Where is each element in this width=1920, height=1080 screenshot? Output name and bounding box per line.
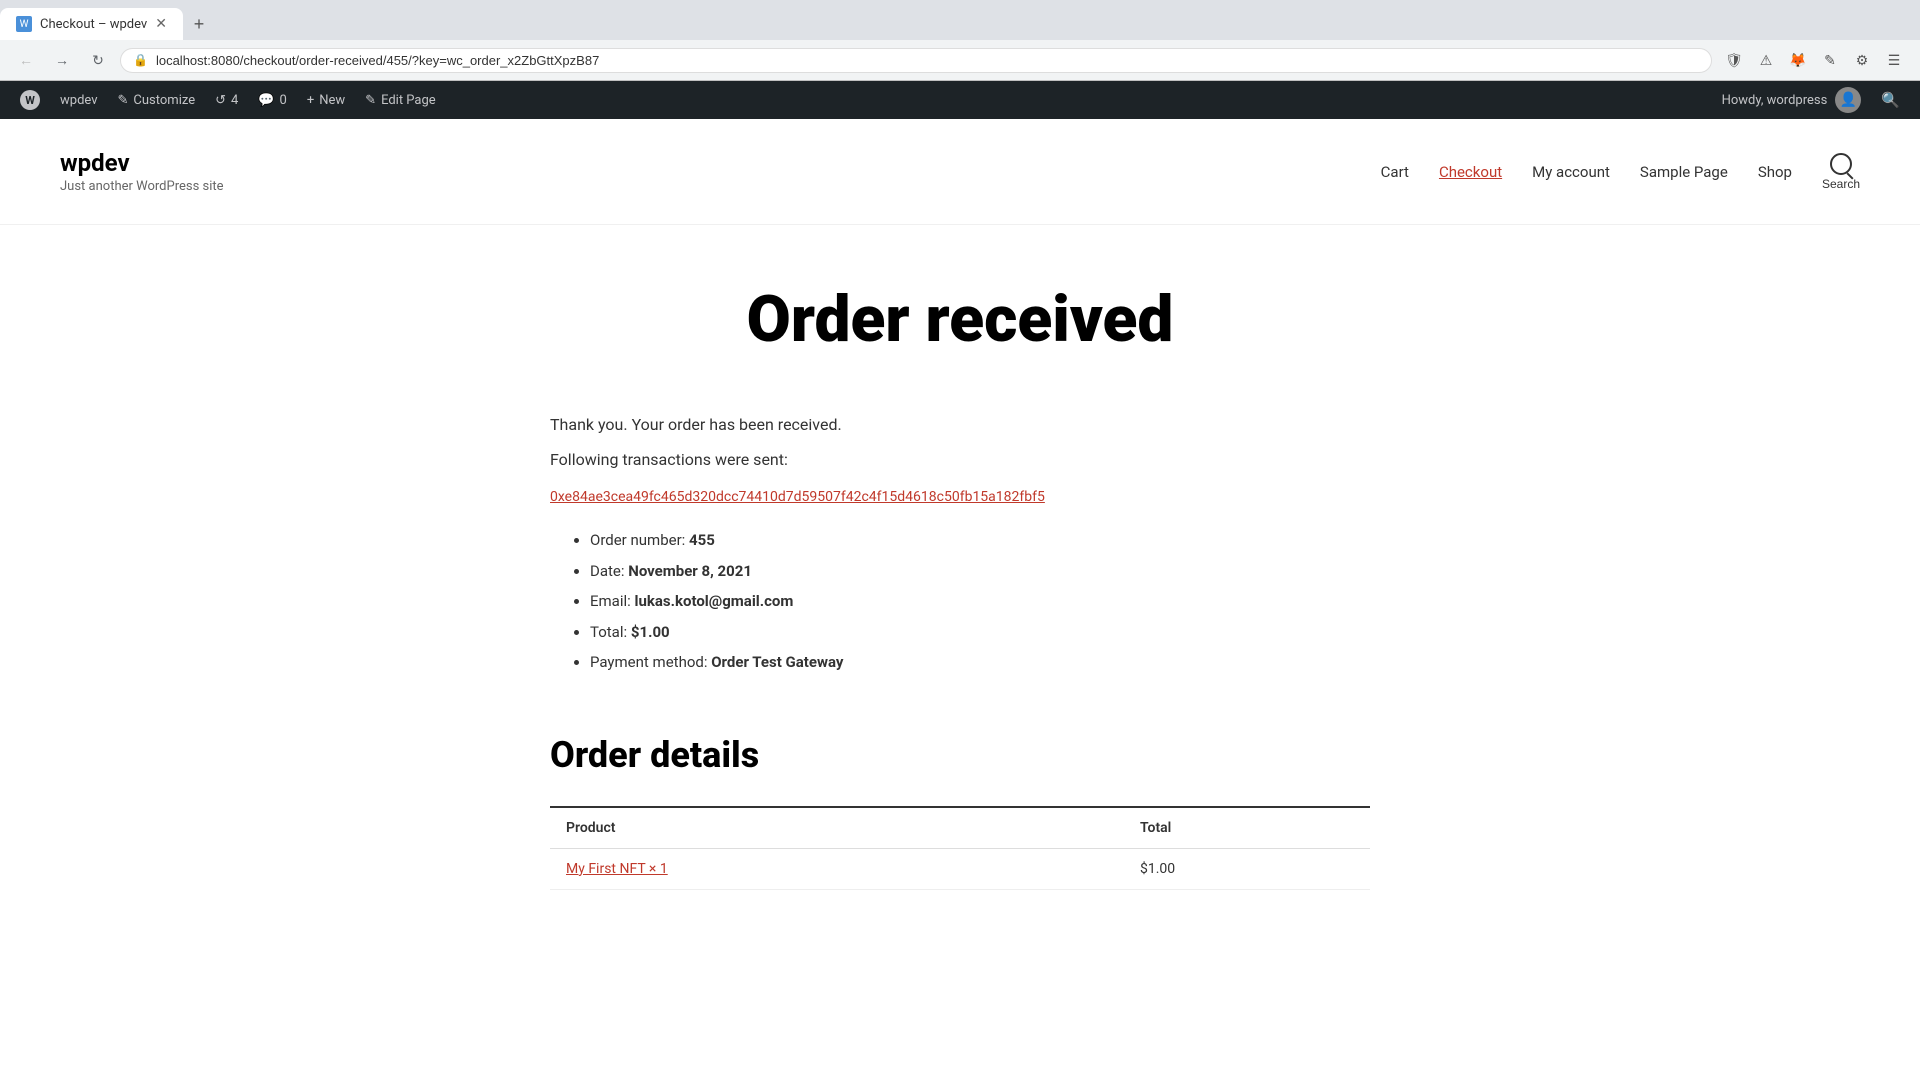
nav-checkout[interactable]: Checkout — [1439, 163, 1502, 181]
comments-count: 0 — [280, 93, 287, 108]
wp-avatar: 👤 — [1835, 87, 1861, 113]
table-header-row: Product Total — [550, 807, 1370, 849]
url-input[interactable] — [156, 53, 1699, 68]
wp-revisions-item[interactable]: ↺ 4 — [205, 81, 248, 119]
browser-chrome: W Checkout – wpdev ✕ + ← → ↻ 🔒 🛡 ⚠ 🦊 ✎ ⚙… — [0, 0, 1920, 81]
email-value: lukas.kotol@gmail.com — [635, 592, 794, 610]
payment-method-item: Payment method: Order Test Gateway — [590, 651, 1370, 674]
browser-tabs: W Checkout – wpdev ✕ + — [0, 0, 1920, 40]
table-row: My First NFT × 1 $1.00 — [550, 848, 1370, 889]
wp-search-icon[interactable]: 🔍 — [1871, 91, 1910, 109]
menu-icon[interactable]: ☰ — [1880, 46, 1908, 74]
total-item: Total: $1.00 — [590, 621, 1370, 644]
total-column-header: Total — [1124, 807, 1370, 849]
search-icon — [1830, 153, 1852, 175]
active-tab: W Checkout – wpdev ✕ — [0, 8, 183, 40]
edit-page-label: Edit Page — [381, 93, 436, 108]
lock-icon: 🔒 — [133, 53, 148, 67]
extension-warning-icon[interactable]: ⚠ — [1752, 46, 1780, 74]
comments-icon: 💬 — [258, 93, 274, 108]
order-info-list: Order number: 455 Date: November 8, 2021… — [550, 529, 1370, 674]
date-value: November 8, 2021 — [628, 562, 752, 580]
search-button[interactable]: Search — [1822, 153, 1860, 191]
thank-you-text: Thank you. Your order has been received. — [550, 415, 1370, 434]
wp-logo-icon: W — [20, 90, 40, 110]
tab-title: Checkout – wpdev — [40, 17, 147, 32]
wp-logo-item[interactable]: W — [10, 81, 50, 119]
reload-button[interactable]: ↻ — [84, 46, 112, 74]
wp-site-name-item[interactable]: wpdev — [50, 81, 108, 119]
extension-shield-icon[interactable]: 🛡 — [1720, 46, 1748, 74]
browser-extensions: 🛡 ⚠ 🦊 ✎ ⚙ ☰ — [1720, 46, 1908, 74]
total-label: Total: — [590, 623, 627, 641]
browser-nav: ← → ↻ 🔒 🛡 ⚠ 🦊 ✎ ⚙ ☰ — [0, 40, 1920, 80]
wp-site-name: wpdev — [60, 93, 98, 108]
product-column-header: Product — [550, 807, 1124, 849]
new-tab-button[interactable]: + — [183, 8, 215, 40]
order-number-label: Order number: — [590, 531, 685, 549]
wp-new-item[interactable]: + New — [297, 81, 355, 119]
wp-howdy-item[interactable]: Howdy, wordpress 👤 — [1712, 87, 1872, 113]
edit-icon: ✎ — [365, 93, 376, 108]
email-item: Email: lukas.kotol@gmail.com — [590, 590, 1370, 613]
main-content: Order received Thank you. Your order has… — [510, 225, 1410, 950]
transaction-hash-link[interactable]: 0xe84ae3cea49fc465d320dcc74410d7d59507f4… — [550, 489, 1370, 505]
email-label: Email: — [590, 592, 631, 610]
nav-cart[interactable]: Cart — [1381, 163, 1409, 181]
nav-sample-page[interactable]: Sample Page — [1640, 163, 1728, 181]
forward-button[interactable]: → — [48, 46, 76, 74]
site-description: Just another WordPress site — [60, 179, 224, 194]
date-item: Date: November 8, 2021 — [590, 560, 1370, 583]
order-number-value: 455 — [689, 531, 715, 549]
howdy-text: Howdy, wordpress — [1722, 93, 1828, 108]
wp-edit-page-item[interactable]: ✎ Edit Page — [355, 81, 446, 119]
wp-customize-item[interactable]: ✎ Customize — [108, 81, 206, 119]
product-cell: My First NFT × 1 — [550, 848, 1124, 889]
extension-pen-icon[interactable]: ✎ — [1816, 46, 1844, 74]
total-cell: $1.00 — [1124, 848, 1370, 889]
site-header: wpdev Just another WordPress site Cart C… — [0, 119, 1920, 225]
extension-fox-icon[interactable]: 🦊 — [1784, 46, 1812, 74]
tab-close-button[interactable]: ✕ — [155, 16, 167, 32]
tab-favicon: W — [16, 16, 32, 32]
customize-label: Customize — [133, 93, 195, 108]
order-number-item: Order number: 455 — [590, 529, 1370, 552]
payment-method-value: Order Test Gateway — [711, 653, 843, 671]
customize-icon: ✎ — [118, 93, 129, 108]
site-branding: wpdev Just another WordPress site — [60, 149, 224, 194]
total-value: $1.00 — [631, 623, 670, 641]
order-table: Product Total My First NFT × 1 $1.00 — [550, 806, 1370, 890]
wp-comments-item[interactable]: 💬 0 — [248, 81, 297, 119]
site-title[interactable]: wpdev — [60, 149, 224, 177]
settings-icon[interactable]: ⚙ — [1848, 46, 1876, 74]
product-link[interactable]: My First NFT × 1 — [566, 861, 668, 877]
search-label: Search — [1822, 177, 1860, 191]
wp-admin-bar: W wpdev ✎ Customize ↺ 4 💬 0 + New ✎ Edit… — [0, 81, 1920, 119]
nav-my-account[interactable]: My account — [1532, 163, 1610, 181]
order-details-title: Order details — [550, 734, 1370, 776]
plus-icon: + — [307, 93, 314, 108]
address-bar[interactable]: 🔒 — [120, 48, 1712, 73]
nav-shop[interactable]: Shop — [1758, 163, 1792, 181]
site-nav: Cart Checkout My account Sample Page Sho… — [1381, 153, 1860, 191]
following-text: Following transactions were sent: — [550, 450, 1370, 469]
wp-admin-right: Howdy, wordpress 👤 🔍 — [1712, 87, 1910, 113]
page-title: Order received — [550, 285, 1370, 355]
new-label: New — [319, 93, 345, 108]
revisions-icon: ↺ — [215, 93, 226, 108]
payment-method-label: Payment method: — [590, 653, 707, 671]
revisions-count: 4 — [231, 93, 238, 108]
date-label: Date: — [590, 562, 625, 580]
back-button[interactable]: ← — [12, 46, 40, 74]
